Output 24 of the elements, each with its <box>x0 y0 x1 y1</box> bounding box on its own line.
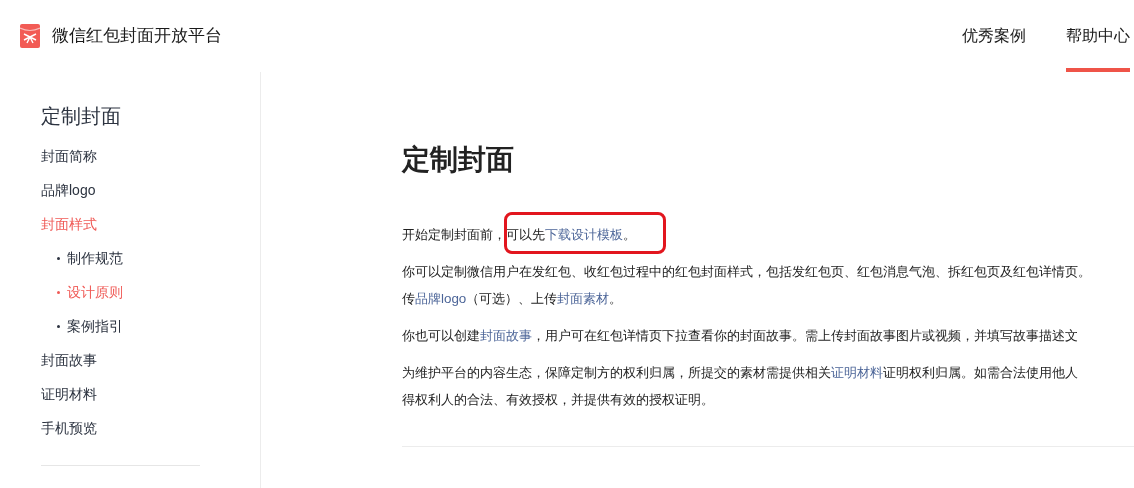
paragraph-line: 你也可以创建封面故事，用户可在红包详情页下拉查看你的封面故事。需上传封面故事图片或视频，并填写故事描述文 <box>402 327 1079 345</box>
text-link[interactable]: 封面素材 <box>557 291 610 306</box>
paragraph-line: 传品牌logo（可选）、上传封面素材。 <box>402 290 624 308</box>
site-title: 微信红包封面开放平台 <box>52 25 222 46</box>
paragraph-line: 为维护平台的内容生态，保障定制方的权利归属，所提交的素材需提供相关证明材料证明权利归属。如需合法使用他人 <box>402 364 1079 382</box>
sidebar-item[interactable]: 品牌logo <box>41 180 96 200</box>
text-link[interactable]: 封面故事 <box>480 328 532 343</box>
sidebar-item[interactable]: 手机预览 <box>41 418 97 438</box>
sidebar-subitem[interactable]: 案例指引 <box>57 316 123 336</box>
sidebar-heading: 定制封面 <box>41 104 121 129</box>
paragraph-line: 你可以定制微信用户在发红包、收红包过程中的红包封面样式，包括发红包页、红包消息气泡、拆红包页及红包详情页。 <box>402 263 1092 281</box>
text-link[interactable]: 品牌logo <box>415 291 467 306</box>
paragraph-line: 得权利人的合法、有效授权，并提供有效的授权证明。 <box>402 391 715 409</box>
sidebar-item[interactable]: 封面简称 <box>41 146 97 166</box>
sidebar-item[interactable]: 证明材料 <box>41 384 97 404</box>
nav-tab[interactable]: 帮助中心 <box>1066 0 1130 72</box>
paragraph-line: 开始定制封面前，可以先下载设计模板。 <box>402 226 637 244</box>
envelope-logo-icon <box>20 24 40 48</box>
page-heading: 定制封面 <box>402 143 515 177</box>
sidebar-subitem[interactable]: 制作规范 <box>57 248 123 268</box>
text-link[interactable]: 下载设计模板 <box>545 227 623 242</box>
text-link[interactable]: 证明材料 <box>831 365 883 380</box>
nav-tab[interactable]: 优秀案例 <box>962 0 1026 72</box>
sidebar-item[interactable]: 封面故事 <box>41 350 97 370</box>
